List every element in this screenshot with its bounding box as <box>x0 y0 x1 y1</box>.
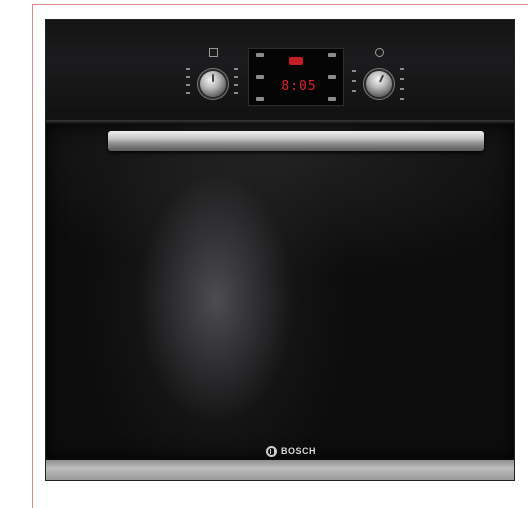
function-mark <box>234 76 238 78</box>
timer-button[interactable] <box>256 53 264 57</box>
temperature-mark <box>352 90 356 92</box>
display-time: 8:05 <box>281 79 317 94</box>
temperature-mark <box>400 78 404 80</box>
function-mark <box>234 92 238 94</box>
temperature-mark <box>400 98 404 100</box>
brand-mark-icon <box>266 445 277 457</box>
door-handle[interactable] <box>108 131 484 151</box>
clock-button[interactable] <box>256 75 264 79</box>
oven-door-glass <box>46 124 514 459</box>
brand-label: BOSCH <box>281 446 317 456</box>
minus-button[interactable] <box>256 97 264 101</box>
temperature-selector-knob[interactable] <box>361 66 397 102</box>
temperature-mark <box>400 68 404 70</box>
plus-button[interactable] <box>328 97 336 101</box>
brand-logo: BOSCH <box>266 444 316 458</box>
function-mark <box>186 92 190 94</box>
oven-mode-icon <box>209 48 218 57</box>
temperature-mark <box>352 80 356 82</box>
control-display: 8:05 <box>248 48 344 106</box>
stainless-base-strip <box>46 460 514 480</box>
display-buttons-right <box>325 53 339 101</box>
control-panel: 8:05 <box>46 20 514 120</box>
temperature-icon <box>375 48 384 57</box>
function-mark <box>234 84 238 86</box>
light-button[interactable] <box>328 53 336 57</box>
function-mark <box>186 84 190 86</box>
display-buttons-left <box>253 53 267 101</box>
start-button[interactable] <box>328 75 336 79</box>
timer-icon <box>289 57 303 65</box>
function-mark <box>234 68 238 70</box>
function-mark <box>186 76 190 78</box>
built-in-oven: 8:05 BOSCH <box>46 20 514 480</box>
function-mark <box>186 68 190 70</box>
door-shading <box>46 124 514 459</box>
function-selector-knob[interactable] <box>200 71 226 97</box>
temperature-mark <box>400 88 404 90</box>
temperature-mark <box>352 70 356 72</box>
